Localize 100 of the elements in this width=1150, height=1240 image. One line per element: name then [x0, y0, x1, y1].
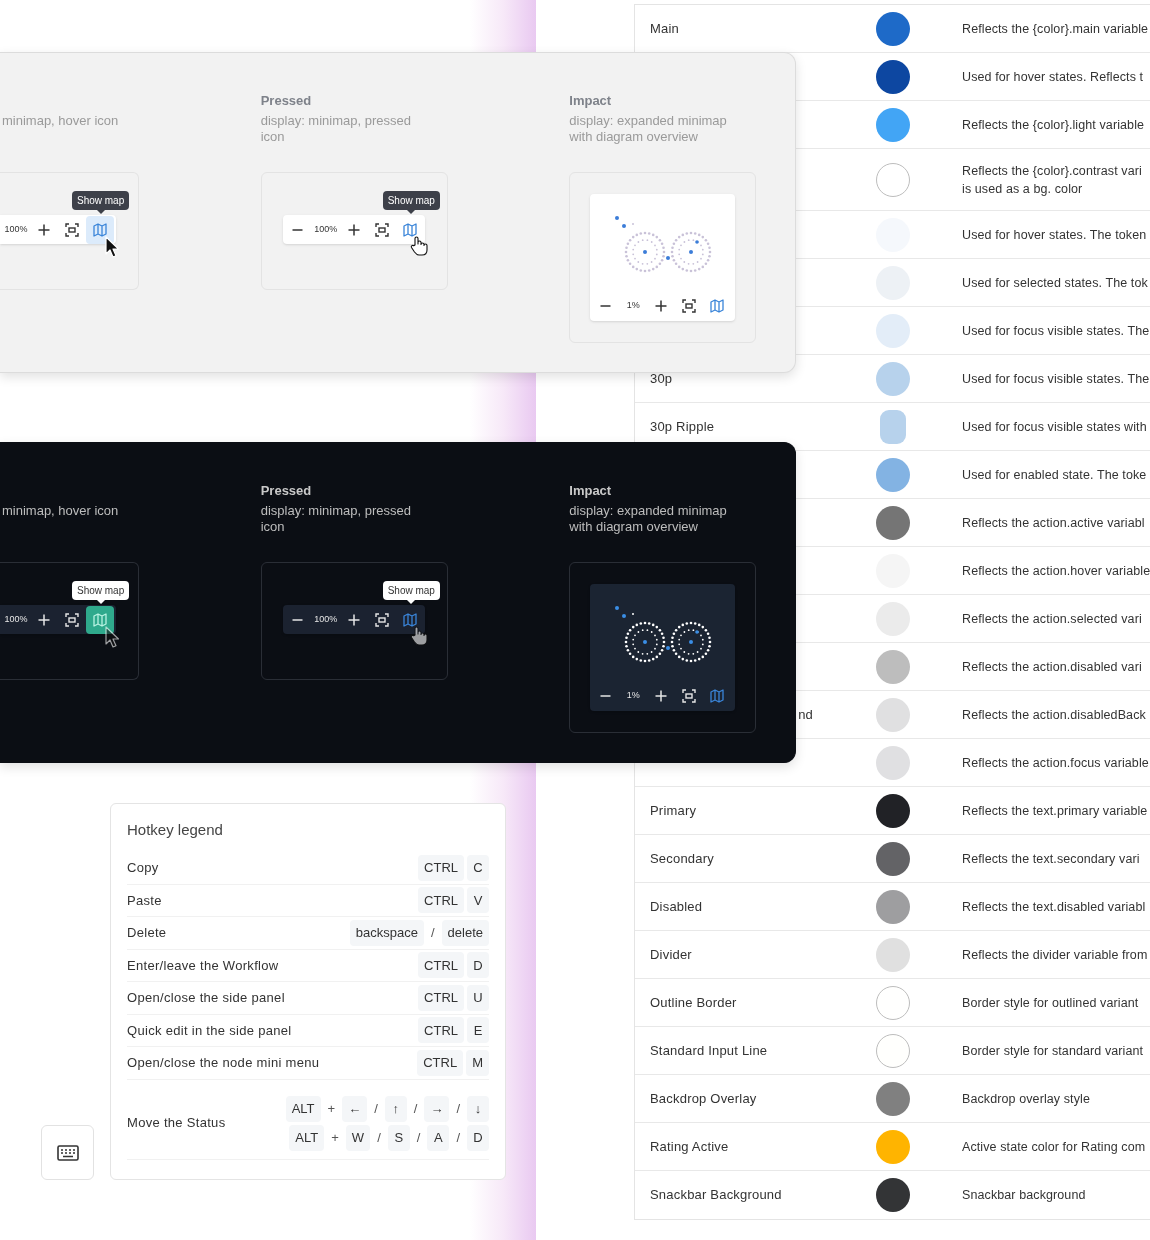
key-separator: / [455, 1099, 461, 1118]
token-name: Outline Border [650, 993, 738, 1012]
token-description: Reflects the {color}.light variable [961, 116, 1145, 134]
token-description: Used for focus visible states. The [961, 322, 1150, 340]
minus-icon [599, 305, 611, 307]
tooltip: Show map [382, 581, 440, 604]
key-cap: backspace [349, 919, 424, 946]
token-description: Used for hover states. Reflects t [961, 68, 1144, 86]
tooltip: Show map [72, 581, 130, 604]
token-description: Used for enabled state. The toke [961, 466, 1147, 484]
map-icon [93, 612, 107, 627]
section-description: display: minimap, pressed icon [260, 503, 412, 535]
shortcut-action: Delete [127, 924, 167, 942]
token-name: Snackbar Background [650, 1186, 783, 1205]
plus-icon [346, 222, 361, 237]
token-description: Used for hover states. The token [961, 226, 1147, 244]
fit-screen-icon [682, 689, 697, 703]
token-description: Reflects the text.primary variable [961, 802, 1148, 820]
shortcut-action: Paste [127, 891, 162, 910]
key-cap: CTRL [418, 984, 464, 1011]
key-cap: CTRL [418, 854, 464, 881]
map-icon [402, 222, 417, 237]
token-description: Active state color for Rating com [961, 1138, 1146, 1156]
key-separator: / [373, 1099, 379, 1118]
minus-icon [292, 228, 304, 231]
shortcut-action: Quick edit in the side panel [127, 1021, 292, 1040]
key-separator: + [330, 1128, 340, 1147]
token-name: Primary [650, 801, 698, 820]
section-description: display: expanded minimap with diagram overview [569, 113, 728, 145]
map-icon [93, 222, 107, 237]
fit-screen-icon [682, 299, 697, 313]
key-cap: D [467, 952, 489, 979]
cursor-arrow-icon [105, 626, 119, 648]
zoom-level: 1% [625, 689, 641, 703]
key-separator: / [376, 1128, 382, 1147]
key-cap: ← [342, 1095, 368, 1122]
token-description: Snackbar background [961, 1187, 1086, 1204]
key-cap: E [467, 1017, 489, 1044]
map-icon [710, 689, 725, 703]
key-cap: ALT [289, 1124, 325, 1151]
token-description: Backdrop overlay style [961, 1090, 1090, 1108]
key-separator: / [415, 1128, 422, 1147]
zoom-level: 100% [313, 222, 339, 236]
key-cap: V [467, 887, 489, 914]
section-title: Impact [569, 93, 613, 109]
key-cap: CTRL [417, 1049, 464, 1076]
key-cap: ↓ [467, 1095, 489, 1122]
token-name: Disabled [650, 897, 704, 916]
minus-icon [292, 618, 304, 621]
key-cap: D [467, 1124, 489, 1151]
shortcut-action: Copy [127, 859, 159, 877]
map-icon [402, 612, 417, 627]
token-description: Reflects the action.focus variable [961, 754, 1149, 772]
shortcut-action: Move the Status [127, 1114, 226, 1133]
token-description: Border style for outlined variant [961, 994, 1139, 1012]
fit-screen-icon [65, 222, 79, 237]
legend-title: Hotkey legend [127, 820, 224, 840]
key-cap: W [345, 1124, 371, 1151]
key-cap: ↑ [384, 1095, 407, 1122]
plus-icon [654, 689, 669, 703]
hand-cursor-icon [409, 626, 428, 646]
token-description: Used for focus visible states. The [961, 370, 1150, 388]
key-cap: CTRL [418, 887, 464, 914]
section-description: minimap, hover icon [2, 503, 120, 519]
map-icon [710, 299, 725, 313]
minus-icon [599, 695, 611, 697]
plus-icon [654, 299, 669, 313]
token-name: Main [650, 19, 680, 38]
token-description: Used for focus visible states with [961, 418, 1147, 436]
section-description: minimap, hover icon [2, 113, 120, 129]
token-name: Backdrop Overlay [650, 1089, 758, 1108]
token-name: Rating Active [650, 1137, 730, 1156]
token-description: Reflects the divider variable from [961, 946, 1148, 964]
section-description: display: expanded minimap with diagram overview [569, 503, 728, 535]
key-cap: ALT [285, 1095, 321, 1122]
shortcut-action: Open/close the side panel [127, 989, 285, 1007]
token-name: 30p [650, 369, 674, 388]
plus-icon [37, 222, 51, 237]
token-description: Used for selected states. The tok [961, 274, 1148, 292]
key-cap: U [467, 984, 489, 1011]
key-cap: A [427, 1124, 450, 1151]
section-title: Pressed [260, 93, 313, 109]
key-cap: CTRL [418, 952, 464, 979]
token-description: Reflects the action.hover variable [961, 562, 1150, 580]
shortcut-action: Open/close the node mini menu [127, 1054, 320, 1072]
token-description: Reflects the action.disabledBack [961, 706, 1146, 724]
token-description: Border style for standard variant [961, 1042, 1144, 1060]
section-description: display: minimap, pressed icon [260, 113, 412, 145]
token-name: Standard Input Line [650, 1041, 769, 1060]
fit-screen-icon [65, 612, 79, 627]
keyboard-button[interactable] [41, 1125, 94, 1180]
section-title: Impact [569, 483, 613, 499]
show-map-button[interactable] [86, 605, 114, 634]
zoom-level: 1% [625, 299, 641, 313]
token-description: Reflects the action.selected vari [961, 610, 1142, 628]
token-description: Reflects the text.disabled variabl [961, 898, 1146, 916]
token-name: Divider [650, 945, 693, 964]
key-cap: C [467, 854, 489, 881]
keyboard-icon [56, 1144, 79, 1161]
token-name: Secondary [650, 849, 715, 868]
